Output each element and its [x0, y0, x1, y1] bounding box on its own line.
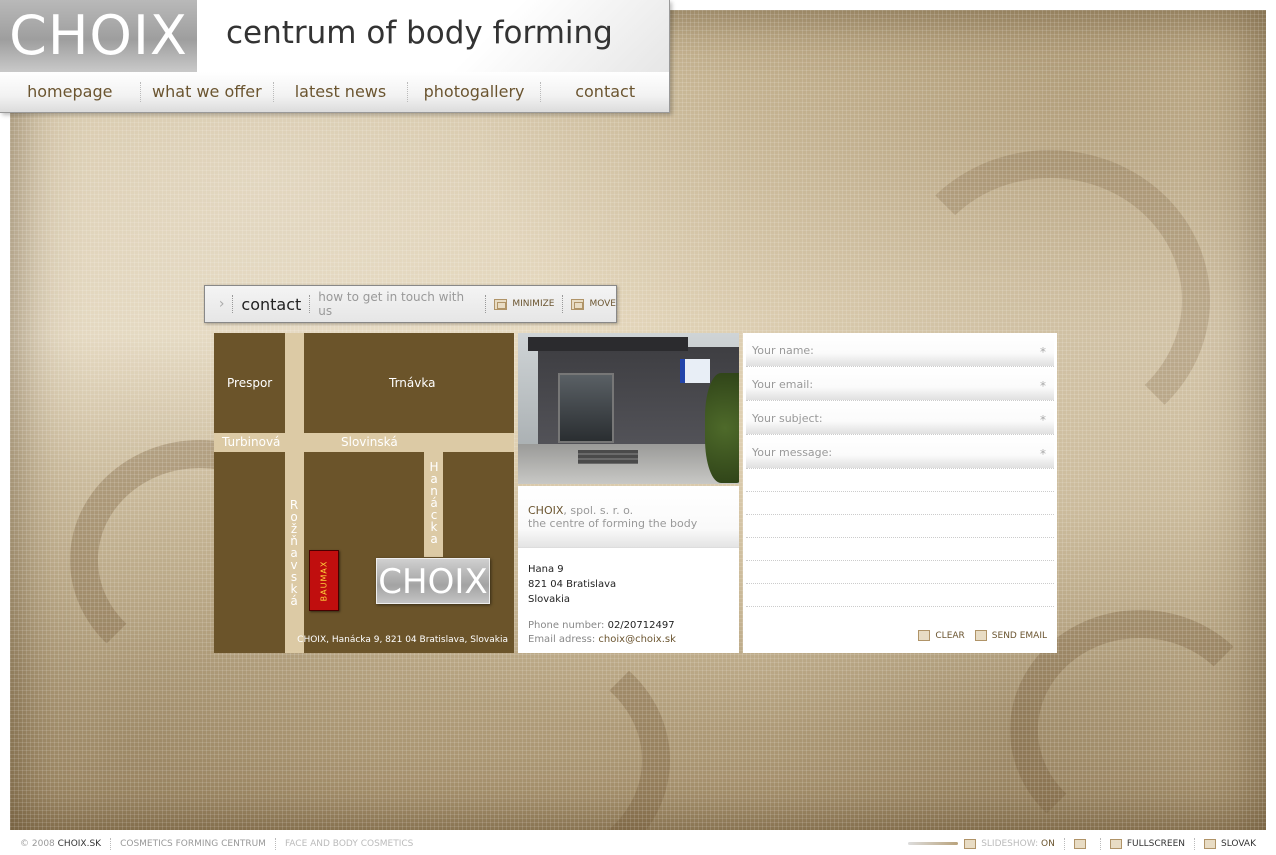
- slideshow-label: SLIDESHOW:: [981, 838, 1039, 849]
- fullscreen-button[interactable]: FULLSCREEN: [1127, 839, 1185, 849]
- message-input[interactable]: [752, 435, 1032, 469]
- email-input[interactable]: [752, 367, 1032, 401]
- minimize-label: MINIMIZE: [512, 299, 555, 309]
- move-label: MOVE: [589, 299, 616, 309]
- fullscreen-icon: [1109, 838, 1122, 849]
- form-actions: CLEAR SEND EMAIL: [918, 630, 1047, 641]
- slideshow-icon: [964, 838, 977, 849]
- company-brand: CHOIX: [528, 504, 564, 517]
- company-info: CHOIX, spol. s. r. o. the centre of form…: [518, 486, 739, 653]
- language-icon: [1204, 838, 1217, 849]
- music-icon[interactable]: [1073, 838, 1086, 849]
- move-icon: [571, 298, 585, 310]
- address-city: 821 04 Bratislava: [528, 579, 617, 590]
- site-header: CHOIX centrum of body forming homepage w…: [0, 0, 670, 113]
- main-nav: homepage what we offer latest news photo…: [0, 72, 669, 112]
- baumax-label: BAUMAX: [319, 560, 329, 601]
- email-field-row: *: [746, 367, 1054, 401]
- footer-link-face-body[interactable]: FACE AND BODY COSMETICS: [285, 839, 413, 849]
- baumax-marker: BAUMAX: [309, 550, 339, 611]
- clear-label: CLEAR: [935, 630, 965, 641]
- minimize-icon: [494, 298, 508, 310]
- name-input[interactable]: [752, 333, 1032, 367]
- map-street-label: Rožňavská: [289, 498, 299, 608]
- clear-icon: [918, 630, 931, 641]
- phone-label: Phone number:: [528, 620, 605, 631]
- address-block: Hana 9 821 04 Bratislava Slovakia: [518, 548, 739, 607]
- site-link[interactable]: CHOIX.SK: [58, 839, 101, 849]
- panel-title: contact: [241, 294, 302, 314]
- envelope-icon: [974, 630, 987, 641]
- contact-details: Phone number: 02/20712497 Email adress: …: [518, 607, 739, 647]
- message-field-row: *: [746, 435, 1054, 469]
- send-email-label: SEND EMAIL: [991, 630, 1047, 641]
- site-tagline: centrum of body forming: [226, 15, 613, 51]
- required-mark: *: [1040, 345, 1046, 359]
- slideshow-slider[interactable]: [908, 842, 959, 845]
- choix-location-marker: CHOIX: [376, 558, 490, 604]
- nav-photogallery[interactable]: photogallery: [408, 82, 541, 103]
- map-street-label: Slovinská: [341, 435, 398, 449]
- nav-latest-news[interactable]: latest news: [274, 82, 407, 103]
- required-mark: *: [1040, 379, 1046, 393]
- contact-form: * * * * CLEAR SEND EMAIL: [743, 333, 1057, 653]
- map-street-label: Turbinová: [222, 435, 281, 449]
- map-area-label: Trnávka: [389, 376, 436, 390]
- building-photo: [518, 333, 739, 484]
- address-street: Hana 9: [528, 564, 564, 575]
- map-street-label: Hanácka: [429, 460, 439, 546]
- subject-field-row: *: [746, 401, 1054, 435]
- info-column: CHOIX, spol. s. r. o. the centre of form…: [518, 333, 739, 653]
- name-field-row: *: [746, 333, 1054, 367]
- nav-contact[interactable]: contact: [541, 82, 669, 103]
- company-slogan: the centre of forming the body: [528, 517, 698, 530]
- copyright: © 2008: [20, 838, 55, 849]
- panel-subtitle: how to get in touch with us: [318, 290, 465, 318]
- company-suffix: , spol. s. r. o.: [563, 504, 634, 517]
- address-country: Slovakia: [528, 594, 570, 605]
- contact-panel-titlebar[interactable]: › contact how to get in touch with us MI…: [204, 285, 617, 323]
- minimize-button[interactable]: MINIMIZE: [494, 298, 555, 310]
- map-address: CHOIX, Hanácka 9, 821 04 Bratislava, Slo…: [297, 635, 508, 645]
- required-mark: *: [1040, 447, 1046, 461]
- phone-number: 02/20712497: [607, 620, 675, 631]
- required-mark: *: [1040, 413, 1046, 427]
- location-map: Prespor Trnávka Turbinová Slovinská Haná…: [214, 333, 514, 653]
- email-label: Email adress:: [528, 634, 596, 645]
- chevron-right-icon: ›: [218, 296, 225, 312]
- footer-link-cosmetics[interactable]: COSMETICS FORMING CENTRUM: [120, 839, 266, 849]
- site-logo[interactable]: CHOIX: [0, 0, 197, 72]
- message-area[interactable]: [746, 469, 1054, 607]
- nav-what-we-offer[interactable]: what we offer: [141, 82, 274, 103]
- map-area-label: Prespor: [227, 376, 273, 390]
- slideshow-toggle[interactable]: ON: [1041, 839, 1055, 849]
- nav-homepage[interactable]: homepage: [0, 82, 140, 103]
- subject-input[interactable]: [752, 401, 1032, 435]
- send-email-button[interactable]: SEND EMAIL: [974, 630, 1047, 641]
- clear-button[interactable]: CLEAR: [918, 630, 965, 641]
- email-link[interactable]: choix@choix.sk: [598, 634, 675, 645]
- site-footer: © 2008 CHOIX.SK COSMETICS FORMING CENTRU…: [0, 832, 1276, 855]
- move-button[interactable]: MOVE: [571, 298, 616, 310]
- language-button[interactable]: SLOVAK: [1221, 839, 1256, 849]
